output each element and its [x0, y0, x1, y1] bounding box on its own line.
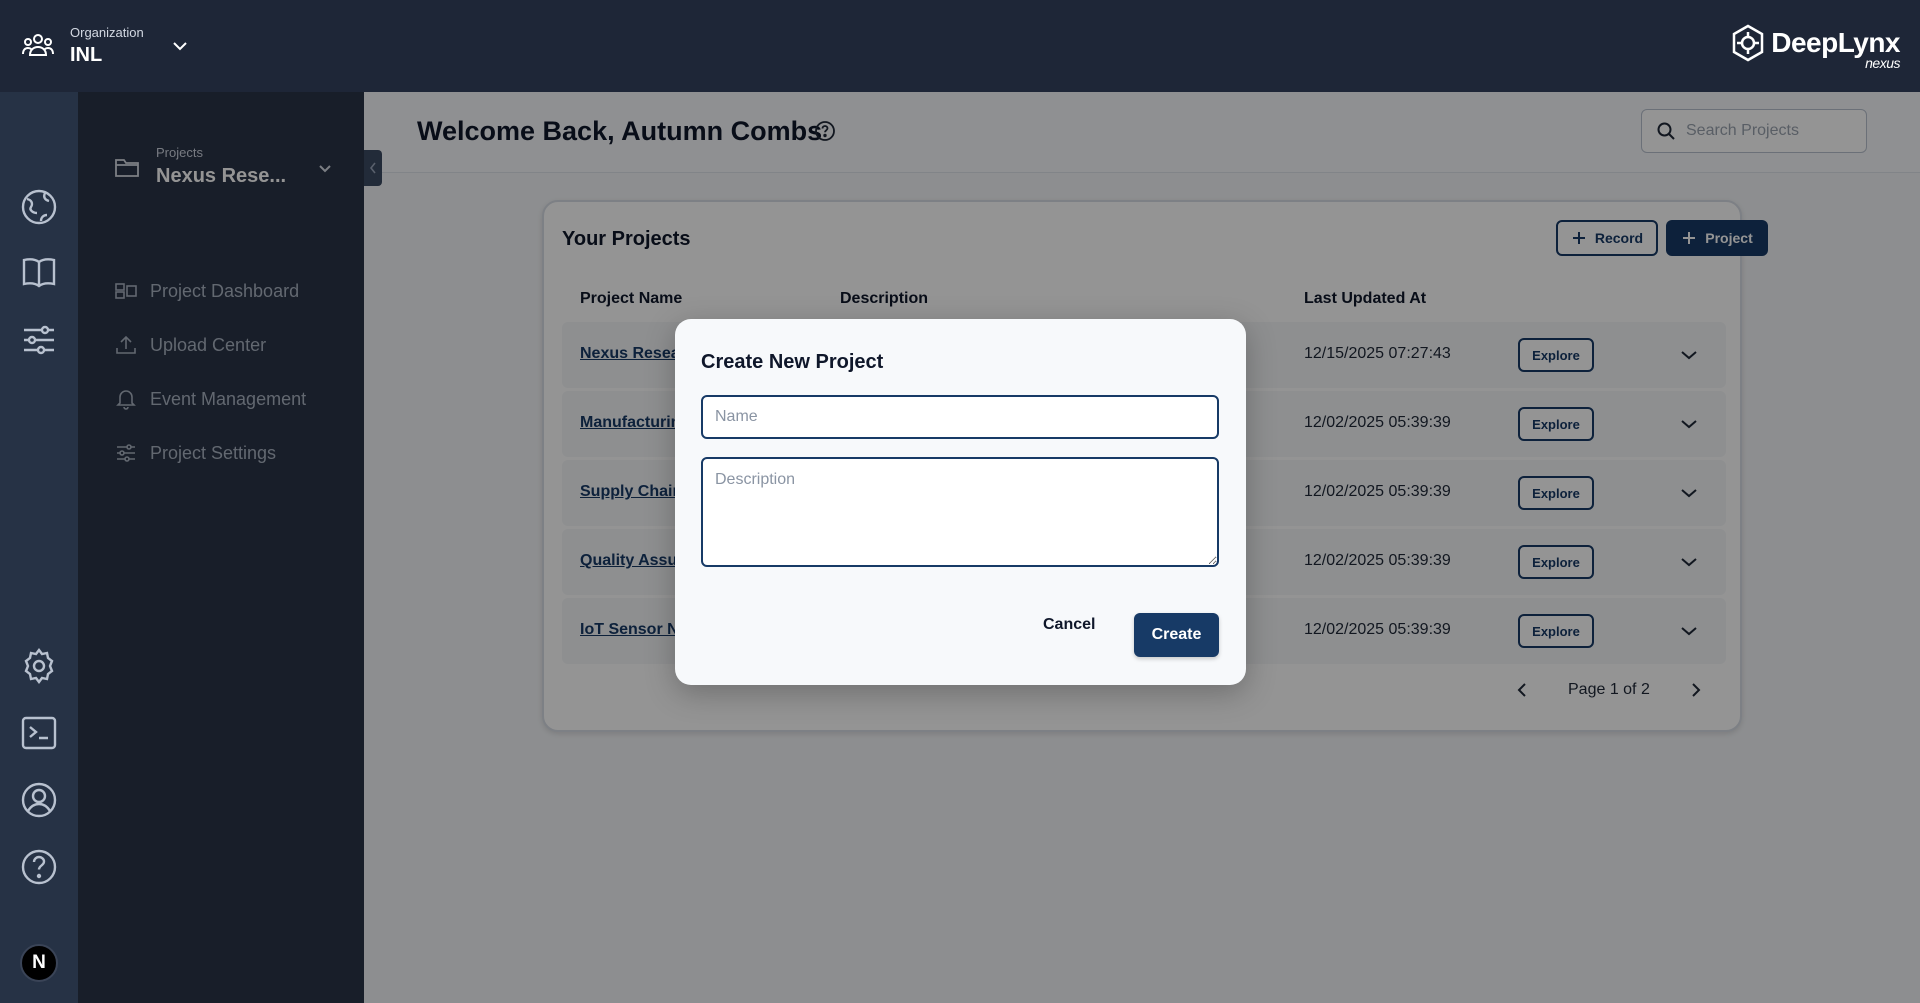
icon-rail: N [0, 92, 78, 1003]
sliders-icon[interactable] [19, 320, 59, 360]
book-icon[interactable] [19, 252, 59, 292]
help-icon[interactable] [19, 847, 59, 887]
hexagon-logo-icon [1732, 24, 1764, 62]
project-description-input[interactable] [701, 457, 1219, 567]
settings-icon[interactable] [19, 646, 59, 686]
globe-icon[interactable] [19, 187, 59, 227]
org-label: Organization [70, 25, 144, 40]
chevron-down-icon[interactable] [170, 36, 190, 56]
org-switcher[interactable]: Organization INL [20, 25, 190, 67]
org-name: INL [70, 44, 103, 66]
user-icon[interactable] [19, 780, 59, 820]
brand-logo[interactable]: DeepLynx nexus [1731, 24, 1900, 71]
brand-sub: nexus [1865, 55, 1900, 71]
brand-name: DeepLynx [1771, 27, 1900, 58]
terminal-icon[interactable] [19, 713, 59, 753]
top-bar: Organization INL DeepLynx nexus [0, 0, 1920, 92]
cancel-button[interactable]: Cancel [1043, 616, 1095, 634]
team-icon [22, 34, 54, 56]
project-name-input[interactable] [701, 395, 1219, 439]
avatar[interactable]: N [20, 944, 58, 982]
create-button[interactable]: Create [1134, 613, 1219, 657]
dialog-title: Create New Project [701, 351, 884, 373]
create-project-dialog: Create New Project Cancel Create [675, 319, 1246, 685]
